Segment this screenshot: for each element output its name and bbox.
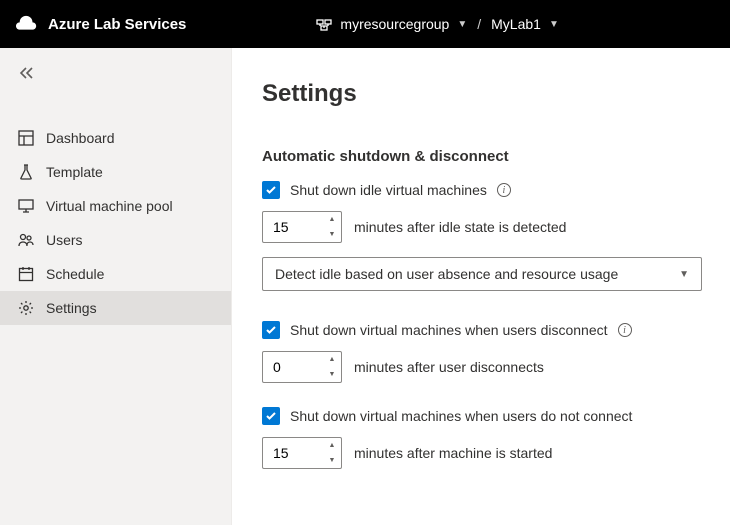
noconnect-label: Shut down virtual machines when users do… (290, 408, 632, 424)
azure-cloud-icon (16, 14, 38, 34)
disconnect-checkbox[interactable] (262, 321, 280, 339)
info-icon[interactable]: i (497, 183, 511, 197)
breadcrumb-separator: / (477, 16, 481, 32)
breadcrumb: myresourcegroup ▼ / MyLab1 ▼ (316, 16, 558, 32)
idle-checkbox[interactable] (262, 181, 280, 199)
spin-down-icon[interactable]: ▼ (323, 227, 341, 242)
idle-block: Shut down idle virtual machines i ▲ ▼ mi… (262, 181, 700, 291)
chevron-down-icon: ▼ (549, 19, 559, 30)
idle-label: Shut down idle virtual machines (290, 182, 487, 198)
page-title: Settings (262, 80, 700, 108)
breadcrumb-rg-label: myresourcegroup (340, 16, 449, 32)
spin-down-icon[interactable]: ▼ (323, 453, 341, 468)
users-icon (18, 232, 34, 248)
spin-up-icon[interactable]: ▲ (323, 352, 341, 367)
monitor-icon (18, 198, 34, 214)
main-content: Settings Automatic shutdown & disconnect… (232, 48, 730, 525)
disconnect-label: Shut down virtual machines when users di… (290, 322, 608, 338)
breadcrumb-lab-label: MyLab1 (491, 16, 541, 32)
spin-down-icon[interactable]: ▼ (323, 367, 341, 382)
sidebar-item-label: Virtual machine pool (46, 198, 173, 214)
gear-icon (18, 300, 34, 316)
noconnect-suffix: minutes after machine is started (354, 445, 552, 461)
collapse-sidebar-button[interactable] (0, 62, 231, 93)
idle-suffix: minutes after idle state is detected (354, 219, 566, 235)
idle-detection-dropdown[interactable]: Detect idle based on user absence and re… (262, 257, 702, 291)
spin-up-icon[interactable]: ▲ (323, 212, 341, 227)
breadcrumb-lab[interactable]: MyLab1 ▼ (491, 16, 559, 32)
info-icon[interactable]: i (618, 323, 632, 337)
spin-up-icon[interactable]: ▲ (323, 438, 341, 453)
section-title: Automatic shutdown & disconnect (262, 148, 700, 165)
sidebar-item-label: Dashboard (46, 130, 115, 146)
sidebar-item-template[interactable]: Template (0, 155, 231, 189)
flask-icon (18, 164, 34, 180)
sidebar-item-schedule[interactable]: Schedule (0, 257, 231, 291)
disconnect-block: Shut down virtual machines when users di… (262, 321, 700, 383)
sidebar-item-label: Settings (46, 300, 97, 316)
top-bar: Azure Lab Services myresourcegroup ▼ / M… (0, 0, 730, 48)
sidebar: Dashboard Template Virtual machine pool … (0, 48, 232, 525)
noconnect-checkbox[interactable] (262, 407, 280, 425)
resource-group-icon (316, 16, 332, 32)
sidebar-item-label: Schedule (46, 266, 104, 282)
dashboard-icon (18, 130, 34, 146)
calendar-icon (18, 266, 34, 282)
disconnect-suffix: minutes after user disconnects (354, 359, 544, 375)
sidebar-item-label: Users (46, 232, 83, 248)
breadcrumb-resource-group[interactable]: myresourcegroup ▼ (316, 16, 467, 32)
sidebar-item-label: Template (46, 164, 103, 180)
brand-title: Azure Lab Services (48, 16, 186, 33)
sidebar-item-vm-pool[interactable]: Virtual machine pool (0, 189, 231, 223)
sidebar-item-users[interactable]: Users (0, 223, 231, 257)
noconnect-block: Shut down virtual machines when users do… (262, 407, 700, 469)
chevron-down-icon: ▼ (457, 19, 467, 30)
dropdown-value: Detect idle based on user absence and re… (275, 266, 618, 282)
sidebar-item-settings[interactable]: Settings (0, 291, 231, 325)
sidebar-item-dashboard[interactable]: Dashboard (0, 121, 231, 155)
chevron-down-icon: ▼ (679, 269, 689, 280)
